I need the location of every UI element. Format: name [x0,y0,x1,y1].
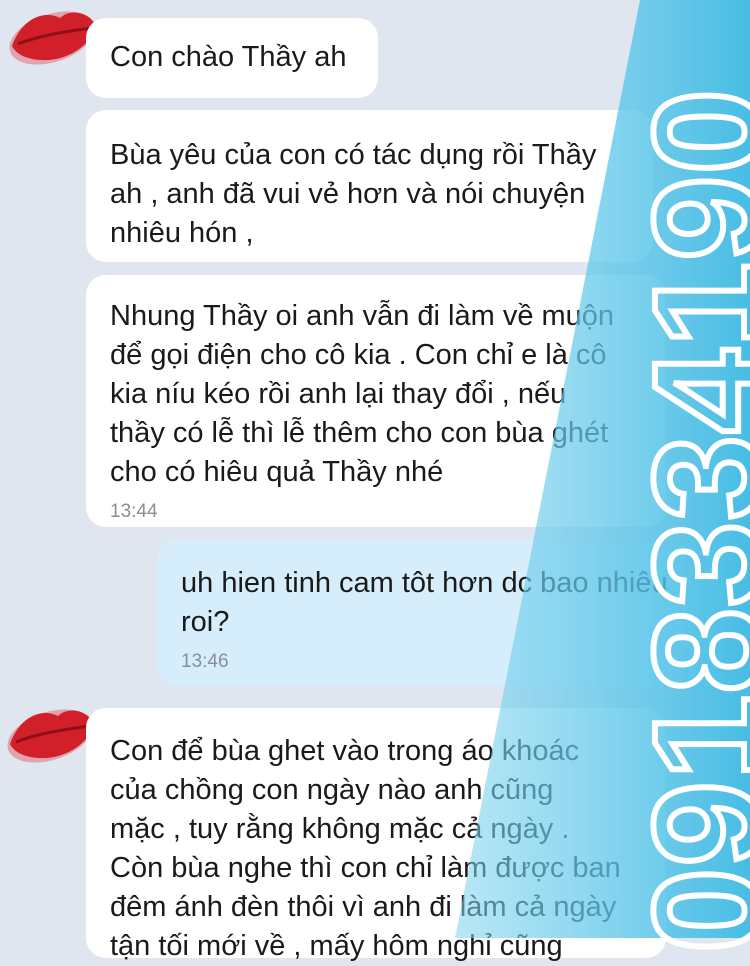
chat-thread: Con chào Thầy ah Bùa yêu của con có tác … [0,0,750,938]
message-bubble[interactable]: Nhung Thầy oi anh vẫn đi làm về muộn để … [86,275,666,527]
message-bubble[interactable]: Bùa yêu của con có tác dụng rồi Thầy ah … [86,110,653,262]
message-bubble-outgoing[interactable]: uh hien tinh cam tôt hơn dc bao nhiêu ro… [157,540,724,686]
message-text: Con chào Thầy ah [110,38,354,77]
message-text: Nhung Thầy oi anh vẫn đi làm về muộn để … [110,297,642,492]
message-timestamp: 13:46 [181,650,700,674]
message-text: uh hien tinh cam tôt hơn dc bao nhiêu ro… [181,564,700,642]
message-text: Bùa yêu của con có tác dụng rồi Thầy ah … [110,136,629,253]
message-bubble[interactable]: Con để bùa ghet vào trong áo khoác của c… [86,708,666,958]
message-bubble[interactable]: Con chào Thầy ah [86,18,378,98]
message-text: Con để bùa ghet vào trong áo khoác của c… [110,732,642,966]
message-timestamp: 13:44 [110,500,642,524]
